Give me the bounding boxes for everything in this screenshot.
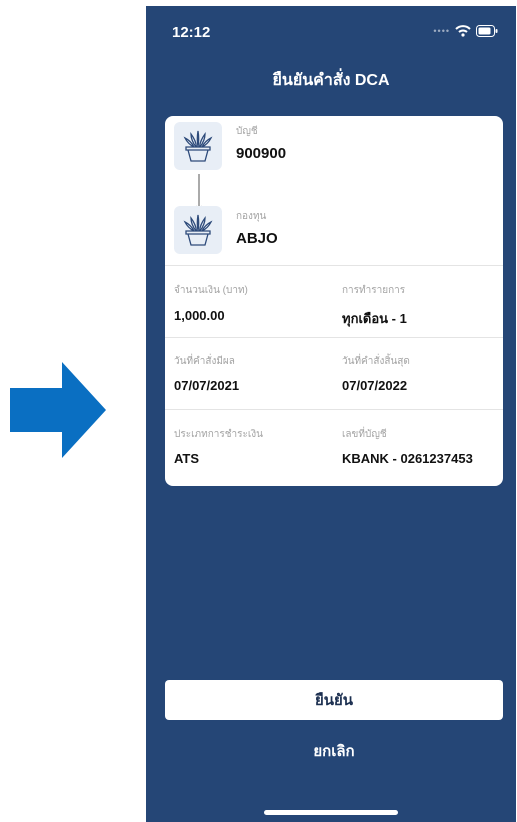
divider (165, 409, 503, 410)
divider (165, 265, 503, 266)
confirm-button[interactable]: ยืนยัน (165, 680, 503, 720)
divider (165, 337, 503, 338)
end-date-value: 07/07/2022 (342, 378, 408, 393)
plant-pot-icon (174, 122, 222, 170)
bank-account-label: เลขที่บัญชี (342, 429, 387, 440)
plant-pot-icon (174, 206, 222, 254)
page-title: ยืนยันคำสั่ง DCA (272, 72, 390, 89)
right-arrow-icon (10, 362, 106, 458)
home-indicator (264, 810, 398, 815)
status-icons: •••• (433, 24, 498, 38)
frequency-value: ทุกเดือน - 1 (342, 311, 407, 326)
signal-icon: •••• (433, 26, 450, 36)
start-date-label: วันที่คำสั่งมีผล (174, 356, 235, 367)
payment-type-value: ATS (174, 451, 200, 466)
battery-icon (476, 25, 498, 37)
start-date-value: 07/07/2021 (174, 378, 240, 393)
dca-summary-card: บัญชี 900900 กองทุน ABJO จำนวนเงิน (บาท)… (165, 116, 503, 486)
cancel-button[interactable]: ยกเลิก (165, 734, 503, 768)
wifi-icon (455, 25, 471, 37)
account-value: 900900 (236, 145, 287, 162)
status-time: 12:12 (172, 24, 211, 41)
fund-value: ABJO (236, 230, 278, 247)
frequency-label: การทำรายการ (342, 285, 406, 296)
phone-screen: 12:12 •••• ยืนยันคำสั่ง DCA บัญชี 900900… (146, 6, 516, 822)
payment-type-label: ประเภทการชำระเงิน (174, 429, 264, 440)
account-label: บัญชี (236, 126, 258, 137)
amount-label: จำนวนเงิน (บาท) (174, 285, 248, 296)
fund-label: กองทุน (236, 211, 267, 222)
end-date-label: วันที่คำสั่งสิ้นสุด (342, 356, 410, 367)
bank-account-value: KBANK - 0261237453 (342, 451, 473, 466)
amount-value: 1,000.00 (174, 308, 225, 323)
